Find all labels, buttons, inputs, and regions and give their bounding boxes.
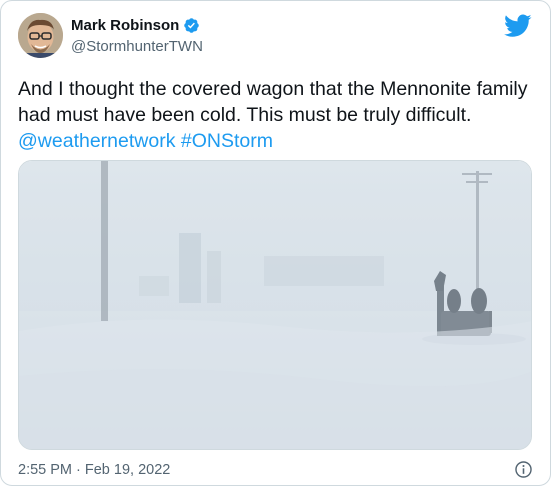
hashtag-link[interactable]: #ONStorm [181, 130, 273, 152]
tweet-timestamp[interactable]: 2:55 PM · Feb 19, 2022 [18, 462, 170, 478]
mention-link[interactable]: @weathernetwork [18, 130, 175, 152]
tweet-text: And I thought the covered wagon that the… [18, 76, 533, 154]
tweet-header: Mark Robinson @StormhunterTWN [18, 13, 203, 58]
author-display-name[interactable]: Mark Robinson [71, 17, 179, 34]
author-info: Mark Robinson @StormhunterTWN [71, 15, 203, 57]
blizzard-scene-image [19, 161, 531, 449]
tweet-card: Mark Robinson @StormhunterTWN And I thou… [0, 0, 551, 486]
tweet-footer: 2:55 PM · Feb 19, 2022 [18, 460, 533, 479]
twitter-bird-icon[interactable] [504, 14, 532, 38]
author-handle[interactable]: @StormhunterTWN [71, 37, 203, 57]
name-row: Mark Robinson [71, 15, 203, 37]
tweet-body: And I thought the covered wagon that the… [18, 78, 528, 126]
verified-badge-icon [183, 17, 200, 34]
avatar[interactable] [18, 13, 63, 58]
info-icon[interactable] [514, 460, 533, 479]
tweet-media-video[interactable] [18, 160, 532, 450]
